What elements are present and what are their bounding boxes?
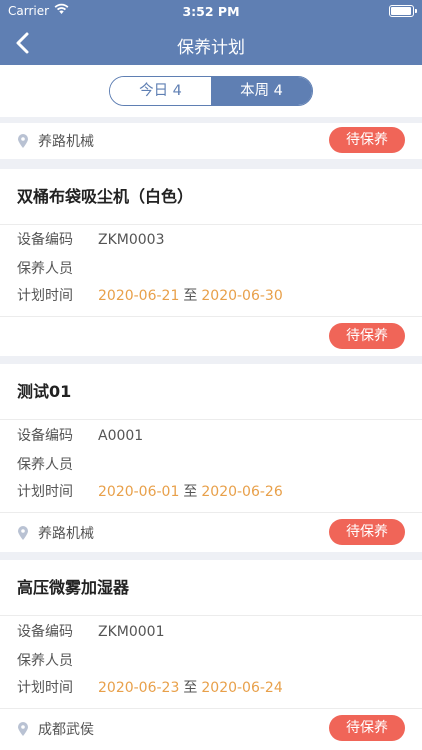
location-label: 养路机械: [38, 134, 94, 150]
location-label: 成都武侯: [38, 722, 94, 738]
location: 成都武侯: [18, 720, 94, 738]
staff-label: 保养人员: [17, 653, 73, 669]
divider: [0, 615, 422, 616]
divider: [0, 316, 422, 317]
code-value: ZKM0003: [98, 232, 165, 248]
staff-label: 保养人员: [17, 261, 73, 277]
code-label: 设备编码: [17, 428, 73, 444]
tab-this-week[interactable]: 本周 4: [211, 77, 312, 105]
maintenance-card[interactable]: 双桶布袋吸尘机（白色） 设备编码 ZKM0003 保养人员 计划时间 2020-…: [0, 169, 422, 356]
location: 养路机械: [18, 524, 94, 542]
equipment-name: 双桶布袋吸尘机（白色）: [17, 187, 194, 206]
divider: [0, 224, 422, 225]
end-date: 2020-06-26: [201, 484, 283, 500]
clock: 3:52 PM: [182, 4, 240, 19]
card-footer: 养路机械 待保养: [0, 515, 422, 551]
divider: [0, 708, 422, 709]
status-badge[interactable]: 待保养: [329, 323, 405, 349]
nav-bar: Carrier 3:52 PM 保养计划: [0, 0, 422, 65]
to-label: 至: [183, 484, 198, 500]
code-value: A0001: [98, 428, 144, 444]
to-label: 至: [183, 288, 198, 304]
plan-time-value: 2020-06-01 至 2020-06-26: [98, 482, 283, 502]
plan-time-value: 2020-06-23 至 2020-06-24: [98, 678, 283, 698]
maintenance-card[interactable]: 高压微雾加湿器 设备编码 ZKM0001 保养人员 计划时间 2020-06-2…: [0, 560, 422, 750]
staff-label: 保养人员: [17, 457, 73, 473]
equipment-name: 测试01: [17, 382, 72, 401]
segmented-control: 今日 4 本周 4: [109, 76, 313, 106]
to-label: 至: [183, 680, 198, 696]
maintenance-card[interactable]: 测试01 设备编码 A0001 保养人员 计划时间 2020-06-01 至 202…: [0, 364, 422, 552]
tab-today[interactable]: 今日 4: [110, 77, 211, 105]
end-date: 2020-06-24: [201, 680, 283, 696]
code-label: 设备编码: [17, 624, 73, 640]
equipment-name: 高压微雾加湿器: [17, 578, 130, 597]
code-label: 设备编码: [17, 232, 73, 248]
location-pin-icon: [18, 134, 28, 148]
card-footer: 成都武侯 待保养: [0, 711, 422, 747]
tab-bar: 今日 4 本周 4: [0, 65, 422, 117]
location: 养路机械: [18, 132, 94, 150]
code-value: ZKM0001: [98, 624, 165, 640]
divider: [0, 419, 422, 420]
end-date: 2020-06-30: [201, 288, 283, 304]
plan-time-value: 2020-06-21 至 2020-06-30: [98, 286, 283, 306]
status-badge[interactable]: 待保养: [329, 715, 405, 741]
card-footer: 养路机械 待保养: [0, 123, 422, 159]
card-footer: 待保养: [0, 319, 422, 355]
page-title: 保养计划: [177, 38, 245, 58]
status-badge[interactable]: 待保养: [329, 127, 405, 153]
location-pin-icon: [18, 526, 28, 540]
location-label: 养路机械: [38, 526, 94, 542]
plan-time-label: 计划时间: [17, 680, 73, 696]
status-badge[interactable]: 待保养: [329, 519, 405, 545]
location-pin-icon: [18, 722, 28, 736]
status-bar: Carrier 3:52 PM: [0, 3, 422, 21]
start-date: 2020-06-23: [98, 680, 180, 696]
plan-time-label: 计划时间: [17, 288, 73, 304]
start-date: 2020-06-01: [98, 484, 180, 500]
start-date: 2020-06-21: [98, 288, 180, 304]
plan-time-label: 计划时间: [17, 484, 73, 500]
divider: [0, 512, 422, 513]
battery-icon: [389, 5, 417, 17]
